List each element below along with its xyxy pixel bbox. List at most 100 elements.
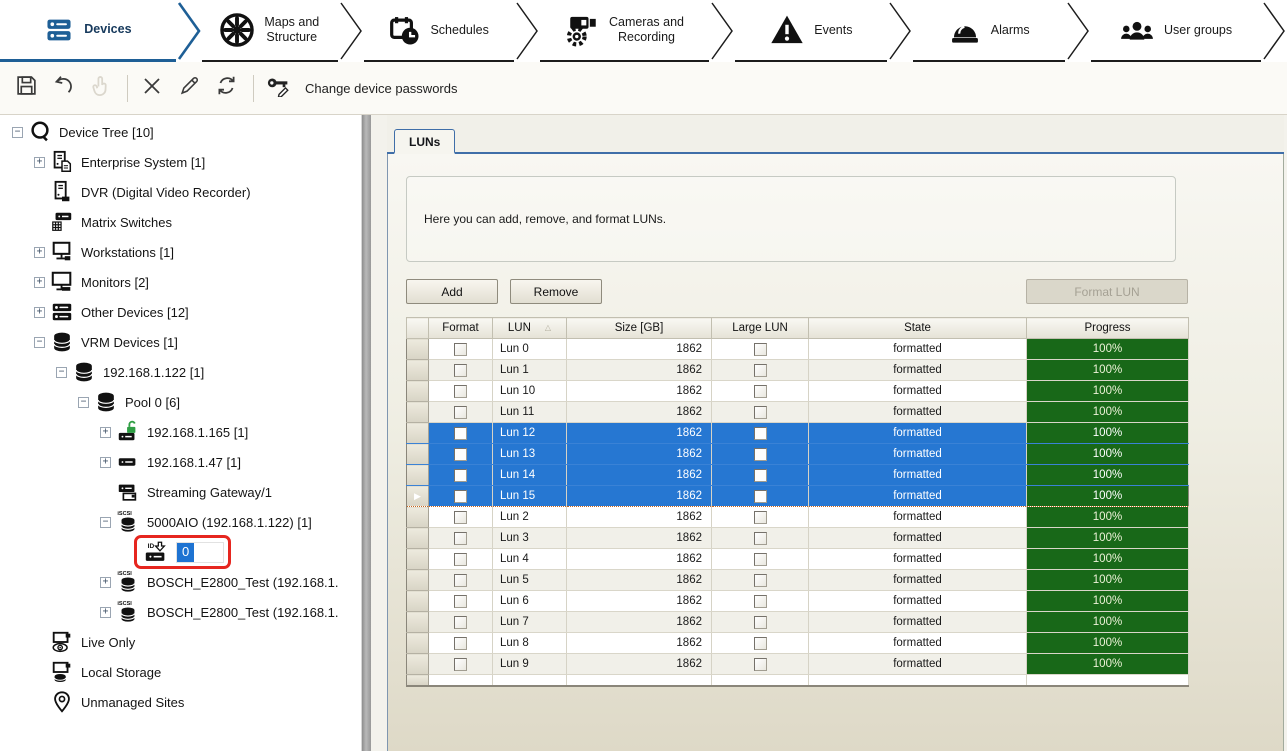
large-lun-checkbox[interactable] bbox=[754, 511, 767, 524]
large-lun-checkbox[interactable] bbox=[754, 532, 767, 545]
tree-collapse-toggle[interactable]: − bbox=[34, 337, 45, 348]
tree-expand-toggle[interactable]: + bbox=[100, 577, 111, 588]
column-header-format[interactable]: Format bbox=[429, 318, 493, 339]
column-header-lun[interactable]: LUN△ bbox=[493, 318, 567, 339]
lun-row[interactable]: Lun 31862formatted100% bbox=[407, 528, 1189, 549]
row-selector[interactable] bbox=[407, 423, 429, 444]
edit-button[interactable] bbox=[175, 74, 203, 102]
format-checkbox[interactable] bbox=[454, 637, 467, 650]
nav-tab-user-groups[interactable]: User groups bbox=[1091, 0, 1261, 62]
lun-row[interactable]: Lun 121862formatted100% bbox=[407, 423, 1189, 444]
delete-button[interactable] bbox=[138, 74, 166, 102]
format-checkbox[interactable] bbox=[454, 427, 467, 440]
nav-tab-schedules[interactable]: Schedules bbox=[364, 0, 514, 62]
tree-expand-toggle[interactable]: + bbox=[34, 157, 45, 168]
tree-edit-input[interactable]: 0 bbox=[176, 542, 224, 563]
row-selector[interactable] bbox=[407, 444, 429, 465]
format-checkbox[interactable] bbox=[454, 343, 467, 356]
tree-node-5000aio-192-168-1-122-1[interactable]: −iSCSI5000AIO (192.168.1.122) [1] bbox=[0, 507, 361, 537]
panel-splitter[interactable] bbox=[362, 115, 371, 751]
tree-node-bosch-e2800-test-192-168-1[interactable]: +iSCSIBOSCH_E2800_Test (192.168.1. bbox=[0, 597, 361, 627]
format-checkbox[interactable] bbox=[454, 595, 467, 608]
tree-expand-toggle[interactable]: + bbox=[100, 427, 111, 438]
lun-row[interactable]: ▶Lun 151862formatted100% bbox=[407, 486, 1189, 507]
tree-node-192-168-1-122-1[interactable]: −192.168.1.122 [1] bbox=[0, 357, 361, 387]
large-lun-checkbox[interactable] bbox=[754, 637, 767, 650]
lun-row[interactable]: Lun 51862formatted100% bbox=[407, 570, 1189, 591]
tree-node-dvr-digital-video-recorder[interactable]: DVR (Digital Video Recorder) bbox=[0, 177, 361, 207]
lun-row[interactable]: Lun 71862formatted100% bbox=[407, 612, 1189, 633]
tree-expand-toggle[interactable]: + bbox=[34, 307, 45, 318]
add-button[interactable]: Add bbox=[406, 279, 498, 304]
large-lun-checkbox[interactable] bbox=[754, 490, 767, 503]
nav-tab-alarms[interactable]: Alarms bbox=[913, 0, 1065, 62]
tree-expand-toggle[interactable]: + bbox=[100, 607, 111, 618]
row-selector[interactable] bbox=[407, 507, 429, 528]
save-button[interactable] bbox=[12, 74, 40, 102]
row-selector[interactable] bbox=[407, 549, 429, 570]
large-lun-checkbox[interactable] bbox=[754, 574, 767, 587]
nav-tab-events[interactable]: Events bbox=[735, 0, 887, 62]
tree-node-monitors-2[interactable]: +Monitors [2] bbox=[0, 267, 361, 297]
column-header-state[interactable]: State bbox=[809, 318, 1027, 339]
row-selector[interactable] bbox=[407, 402, 429, 423]
lun-row[interactable]: Lun 131862formatted100% bbox=[407, 444, 1189, 465]
large-lun-checkbox[interactable] bbox=[754, 658, 767, 671]
format-checkbox[interactable] bbox=[454, 532, 467, 545]
large-lun-checkbox[interactable] bbox=[754, 616, 767, 629]
tree-node-lun-edit[interactable]: ID0 bbox=[0, 537, 361, 567]
row-selector[interactable] bbox=[407, 612, 429, 633]
lun-row[interactable]: Lun 111862formatted100% bbox=[407, 402, 1189, 423]
format-checkbox[interactable] bbox=[454, 490, 467, 503]
format-checkbox[interactable] bbox=[454, 385, 467, 398]
tree-collapse-toggle[interactable]: − bbox=[56, 367, 67, 378]
tree-node-live-only[interactable]: Live Only bbox=[0, 627, 361, 657]
tree-collapse-toggle[interactable]: − bbox=[12, 127, 23, 138]
large-lun-checkbox[interactable] bbox=[754, 427, 767, 440]
nav-tab-cameras-and-recording[interactable]: Cameras and Recording bbox=[540, 0, 710, 62]
tree-collapse-toggle[interactable]: − bbox=[100, 517, 111, 528]
row-selector[interactable] bbox=[407, 381, 429, 402]
lun-row[interactable]: Lun 01862formatted100% bbox=[407, 339, 1189, 360]
row-selector[interactable] bbox=[407, 465, 429, 486]
tree-node-vrm-devices-1[interactable]: −VRM Devices [1] bbox=[0, 327, 361, 357]
nav-tab-devices[interactable]: Devices bbox=[0, 0, 176, 62]
lun-row[interactable]: Lun 91862formatted100% bbox=[407, 654, 1189, 675]
row-selector[interactable] bbox=[407, 633, 429, 654]
tree-node-streaming-gateway-1[interactable]: Streaming Gateway/1 bbox=[0, 477, 361, 507]
row-selector[interactable] bbox=[407, 570, 429, 591]
row-selector[interactable]: ▶ bbox=[407, 486, 429, 507]
column-header-size-gb[interactable]: Size [GB] bbox=[567, 318, 712, 339]
row-selector[interactable] bbox=[407, 339, 429, 360]
row-selector[interactable] bbox=[407, 528, 429, 549]
row-selector[interactable] bbox=[407, 654, 429, 675]
lun-row[interactable]: Lun 141862formatted100% bbox=[407, 465, 1189, 486]
format-checkbox[interactable] bbox=[454, 406, 467, 419]
interact-button[interactable] bbox=[86, 74, 114, 102]
large-lun-checkbox[interactable] bbox=[754, 448, 767, 461]
tree-node-enterprise-system-1[interactable]: +Enterprise System [1] bbox=[0, 147, 361, 177]
large-lun-checkbox[interactable] bbox=[754, 406, 767, 419]
undo-button[interactable] bbox=[49, 74, 77, 102]
lun-row[interactable]: Lun 21862formatted100% bbox=[407, 507, 1189, 528]
format-checkbox[interactable] bbox=[454, 469, 467, 482]
format-checkbox[interactable] bbox=[454, 616, 467, 629]
tree-expand-toggle[interactable]: + bbox=[34, 277, 45, 288]
format-checkbox[interactable] bbox=[454, 511, 467, 524]
refresh-button[interactable] bbox=[212, 74, 240, 102]
tree-expand-toggle[interactable]: + bbox=[34, 247, 45, 258]
format-checkbox[interactable] bbox=[454, 553, 467, 566]
tree-node-device-tree-10[interactable]: −Device Tree [10] bbox=[0, 117, 361, 147]
tree-node-pool-0-6[interactable]: −Pool 0 [6] bbox=[0, 387, 361, 417]
large-lun-checkbox[interactable] bbox=[754, 469, 767, 482]
tree-collapse-toggle[interactable]: − bbox=[78, 397, 89, 408]
tree-node-unmanaged-sites[interactable]: Unmanaged Sites bbox=[0, 687, 361, 717]
large-lun-checkbox[interactable] bbox=[754, 364, 767, 377]
tree-node-matrix-switches[interactable]: Matrix Switches bbox=[0, 207, 361, 237]
tree-node-192-168-1-165-1[interactable]: +192.168.1.165 [1] bbox=[0, 417, 361, 447]
row-selector[interactable] bbox=[407, 360, 429, 381]
format-checkbox[interactable] bbox=[454, 658, 467, 671]
large-lun-checkbox[interactable] bbox=[754, 595, 767, 608]
lun-row[interactable]: Lun 41862formatted100% bbox=[407, 549, 1189, 570]
lun-row[interactable]: Lun 61862formatted100% bbox=[407, 591, 1189, 612]
